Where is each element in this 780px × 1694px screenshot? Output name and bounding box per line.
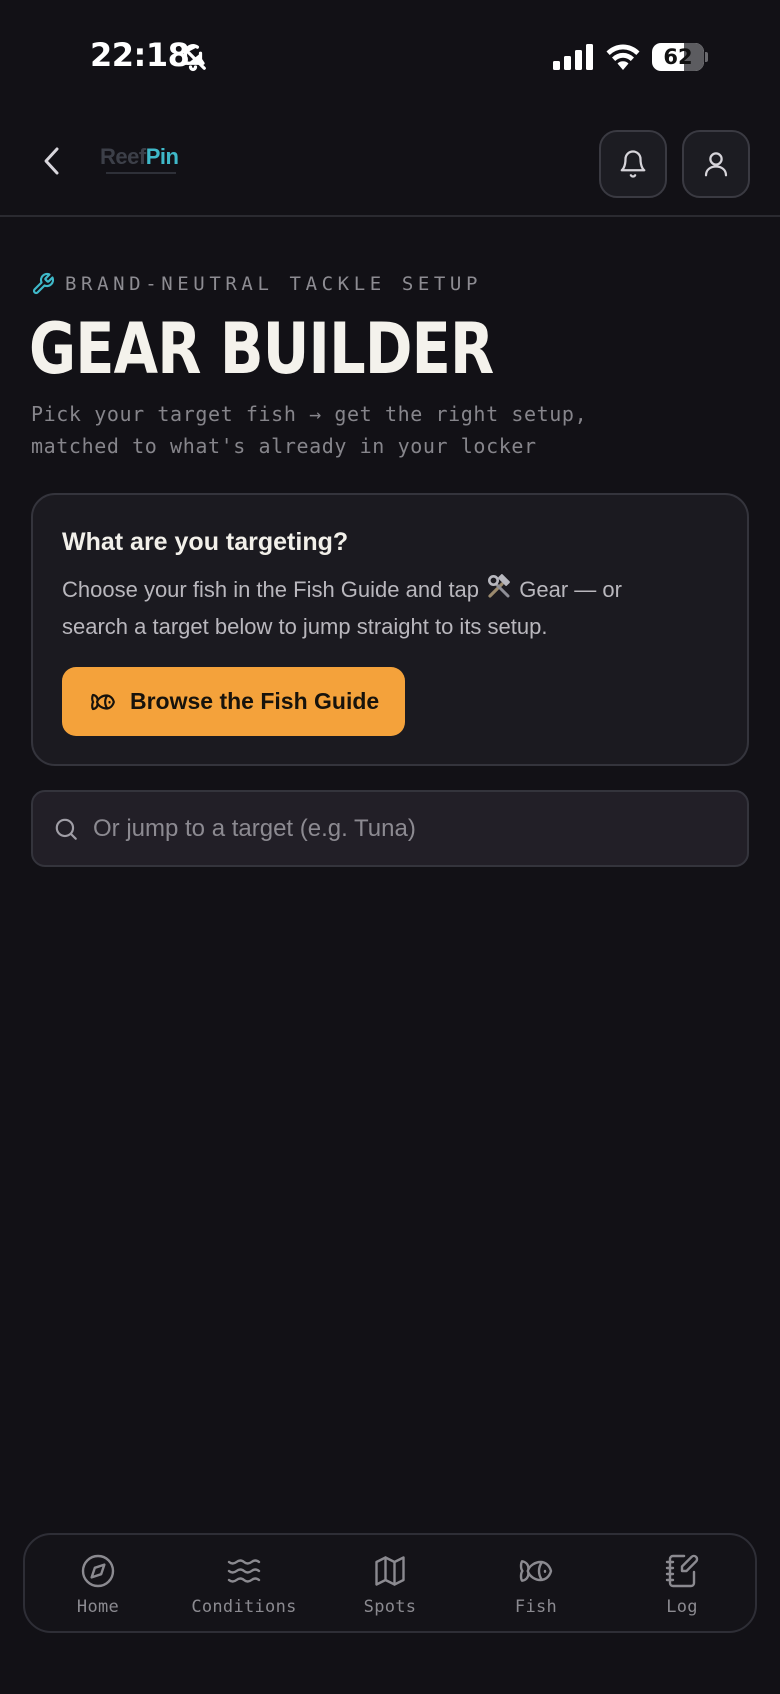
nav-item-fish[interactable]: Fish [463, 1535, 609, 1631]
page-title: GEAR BUILDER [29, 308, 494, 390]
user-icon [704, 152, 728, 177]
logo-tagline-mark [106, 172, 176, 174]
battery-body: 62 [652, 43, 704, 71]
bell-icon [620, 150, 646, 178]
notifications-button[interactable] [599, 130, 667, 198]
subtitle-line-1: Pick your target fish → get the right se… [31, 402, 588, 426]
app-header: ReefPin [0, 110, 780, 217]
card-body-line-1-end: Gear — or [513, 577, 622, 602]
fish-icon [91, 693, 115, 710]
status-time: 22:18 [90, 36, 190, 74]
page-subtitle: Pick your target fish → get the right se… [31, 398, 721, 462]
hammer-and-wrench-icon [488, 574, 511, 598]
card-body-line-1: Choose your fish in the Fish Guide and t… [62, 571, 702, 608]
bell-slash-icon [180, 44, 206, 72]
wrench-icon [32, 272, 55, 295]
browse-fish-guide-label: Browse the Fish Guide [130, 688, 380, 714]
logo-text-pin: Pin [145, 144, 179, 169]
nav-item-log[interactable]: Log [609, 1535, 755, 1631]
logo-text-reef: Reef [100, 144, 146, 169]
gear-builder-screen: 22:18 62 ReefPin BRAND-NEUTRAL TACKLE SE… [0, 0, 780, 1694]
nav-item-spots[interactable]: Spots [317, 1535, 463, 1631]
battery-icon: 62 [652, 43, 708, 71]
nav-label-fish: Fish [514, 1597, 558, 1617]
section-eyebrow: BRAND-NEUTRAL TACKLE SETUP [31, 272, 482, 296]
nav-label-spots: Spots [363, 1597, 417, 1617]
bottom-nav: Home Conditions Spots Fish Log [23, 1533, 757, 1633]
chevron-left-icon [44, 147, 59, 175]
battery-cap [705, 52, 708, 62]
battery-percent: 62 [663, 45, 693, 69]
target-card: What are you targeting? Choose your fish… [31, 493, 749, 766]
browse-fish-guide-button[interactable]: Browse the Fish Guide [62, 667, 405, 736]
waves-icon [227, 1559, 261, 1583]
back-button[interactable] [34, 136, 70, 186]
notebook-pen-icon [665, 1554, 699, 1588]
eyebrow-label: BRAND-NEUTRAL TACKLE SETUP [65, 273, 483, 295]
target-search[interactable] [31, 790, 749, 867]
nav-label-conditions: Conditions [191, 1597, 297, 1617]
nav-item-conditions[interactable]: Conditions [171, 1535, 317, 1631]
target-search-input[interactable] [93, 814, 747, 843]
nav-label-home: Home [76, 1597, 120, 1617]
card-body: Choose your fish in the Fish Guide and t… [62, 571, 702, 645]
nav-item-home[interactable]: Home [25, 1535, 171, 1631]
card-body-line-2: search a target below to jump straight t… [62, 614, 548, 639]
map-icon [375, 1556, 405, 1586]
compass-icon [81, 1554, 115, 1588]
app-logo: ReefPin [100, 144, 180, 180]
cellular-signal-icon [553, 44, 593, 70]
card-body-line-1-start: Choose your fish in the Fish Guide and t… [62, 577, 486, 602]
nav-label-log: Log [666, 1597, 698, 1617]
card-title: What are you targeting? [62, 528, 349, 556]
wifi-icon [606, 44, 640, 70]
search-icon [55, 818, 77, 840]
status-bar: 22:18 62 [0, 0, 780, 110]
subtitle-line-2: matched to what's already in your locker [31, 434, 537, 458]
fish-icon [519, 1560, 553, 1582]
profile-button[interactable] [682, 130, 750, 198]
